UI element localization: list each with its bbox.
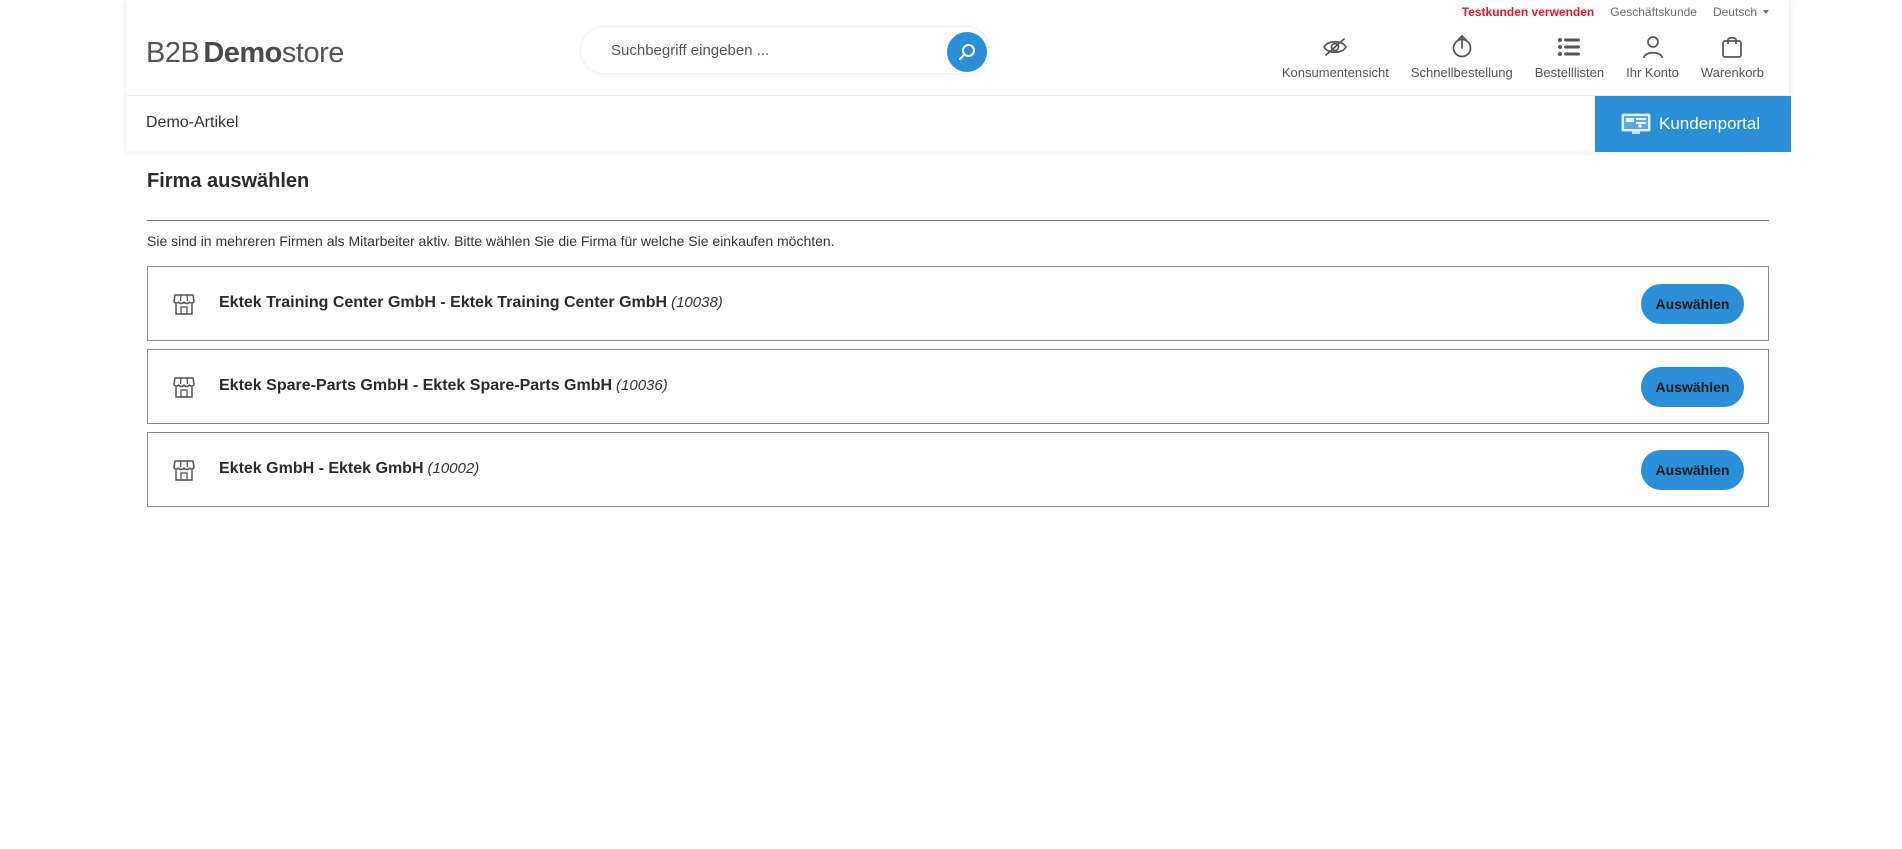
- company-name-text: Ektek Training Center GmbH - Ektek Train…: [219, 294, 668, 311]
- store-icon: [173, 377, 195, 398]
- portal-monitor-icon: [1621, 113, 1651, 134]
- company-name: Ektek Spare-Parts GmbH - Ektek Spare-Par…: [219, 377, 668, 395]
- title-divider: [147, 220, 1769, 221]
- search-bar: [581, 27, 989, 73]
- consumer-view-button[interactable]: Konsumentensicht: [1282, 34, 1389, 80]
- consumer-view-label: Konsumentensicht: [1281, 65, 1389, 80]
- logo[interactable]: B2B Demo store: [146, 37, 344, 71]
- select-company-button[interactable]: Auswählen: [1641, 450, 1744, 490]
- logo-b2b: B2B: [146, 37, 200, 69]
- store-icon: [173, 294, 195, 315]
- company-row: Ektek Spare-Parts GmbH - Ektek Spare-Par…: [147, 349, 1769, 424]
- header: Testkunden verwenden Geschäftskunde Deut…: [125, 0, 1791, 152]
- list-icon: [1556, 34, 1582, 60]
- search-button[interactable]: [947, 32, 987, 72]
- quick-order-icon: [1449, 34, 1475, 60]
- top-bar: Testkunden verwenden Geschäftskunde Deut…: [1462, 3, 1769, 21]
- nav-demo-articles[interactable]: Demo-Artikel: [146, 114, 238, 132]
- eye-off-icon: [1322, 34, 1348, 60]
- logo-demo: Demo: [203, 37, 282, 69]
- main-nav: Demo-Artikel Kundenportal: [126, 95, 1791, 152]
- cart-label: Warenkorb: [1700, 65, 1764, 80]
- test-customers-link[interactable]: Testkunden verwenden: [1462, 5, 1594, 19]
- company-row: Ektek Training Center GmbH - Ektek Train…: [147, 266, 1769, 341]
- customer-type-link[interactable]: Geschäftskunde: [1610, 5, 1697, 19]
- select-company-section: Firma auswählen Sie sind in mehreren Fir…: [147, 170, 1769, 515]
- account-button[interactable]: Ihr Konto: [1626, 34, 1679, 80]
- bag-icon: [1719, 34, 1745, 60]
- company-list: Ektek Training Center GmbH - Ektek Train…: [147, 266, 1769, 507]
- company-name: Ektek Training Center GmbH - Ektek Train…: [219, 294, 723, 312]
- logo-store: store: [281, 37, 344, 69]
- company-number: (10038): [671, 294, 723, 311]
- order-lists-label: Bestelllisten: [1534, 65, 1605, 80]
- company-name: Ektek GmbH - Ektek GmbH (10002): [219, 460, 479, 478]
- quick-order-button[interactable]: Schnellbestellung: [1411, 34, 1513, 80]
- page-title: Firma auswählen: [147, 170, 310, 192]
- company-row: Ektek GmbH - Ektek GmbH (10002) Auswählen: [147, 432, 1769, 507]
- quick-order-label: Schnellbestellung: [1410, 65, 1513, 80]
- header-actions: Konsumentensicht Schnellbestellung Beste…: [1260, 34, 1764, 80]
- order-lists-button[interactable]: Bestelllisten: [1535, 34, 1604, 80]
- intro-text: Sie sind in mehreren Firmen als Mitarbei…: [147, 233, 835, 249]
- search-input[interactable]: [581, 27, 941, 73]
- store-icon: [173, 460, 195, 481]
- user-icon: [1640, 34, 1666, 60]
- language-dropdown[interactable]: Deutsch: [1713, 5, 1769, 19]
- account-label: Ihr Konto: [1626, 65, 1679, 80]
- page: Testkunden verwenden Geschäftskunde Deut…: [125, 0, 1791, 849]
- customer-portal-label: Kundenportal: [1659, 114, 1761, 133]
- company-number: (10002): [427, 460, 480, 477]
- select-company-button[interactable]: Auswählen: [1641, 367, 1744, 407]
- company-number: (10036): [616, 377, 668, 394]
- company-name-text: Ektek GmbH - Ektek GmbH: [219, 460, 424, 477]
- cart-button[interactable]: Warenkorb: [1701, 34, 1764, 80]
- company-name-text: Ektek Spare-Parts GmbH - Ektek Spare-Par…: [219, 377, 613, 394]
- search-icon: [959, 44, 975, 60]
- select-company-button[interactable]: Auswählen: [1641, 284, 1744, 324]
- language-label: Deutsch: [1712, 5, 1757, 19]
- caret-down-icon: [1763, 10, 1769, 14]
- customer-portal-button[interactable]: Kundenportal: [1595, 96, 1791, 152]
